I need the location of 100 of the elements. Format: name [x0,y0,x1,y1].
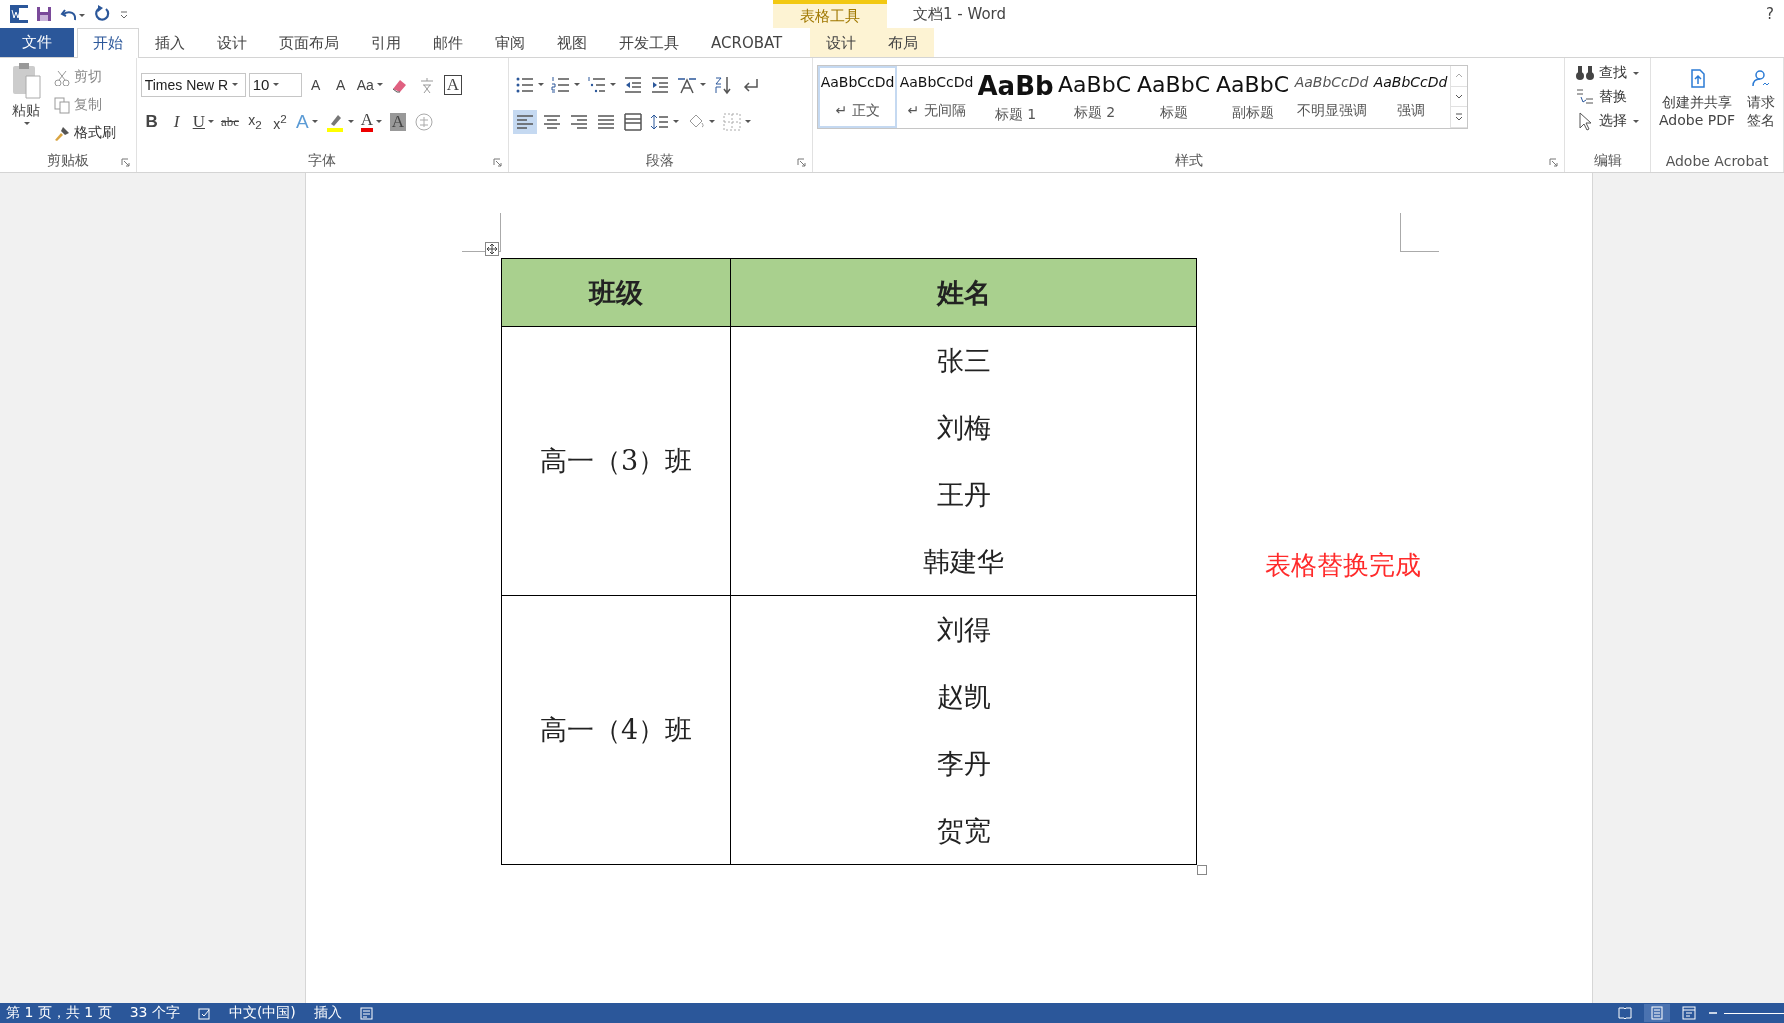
word-logo-icon[interactable] [10,5,28,23]
help-button[interactable]: ? [1766,5,1774,23]
decrease-indent-icon[interactable] [622,74,643,95]
font-color-button[interactable]: A [358,109,384,134]
find-button[interactable]: 查找 [1573,62,1642,84]
paintbrush-icon [54,124,70,142]
ribbon-tab[interactable]: 审阅 [479,28,541,57]
table-cell-text: 赵凯 [936,679,991,714]
font-name-field[interactable]: Times New R [140,72,246,97]
customize-toolbar-icon[interactable] [120,9,128,19]
multilevel-list-icon[interactable] [586,74,607,95]
page-layout-view-button[interactable] [1644,1004,1670,1022]
scissors-icon [54,68,70,86]
scroll-up-icon[interactable] [1455,71,1464,80]
ribbon-tab[interactable]: 邮件 [417,28,479,57]
table-cell-text: 王丹 [936,477,991,512]
group-label: 剪贴板 [46,152,89,170]
column-header: 姓名 [936,275,991,310]
table-cell-text: 刘得 [936,612,991,647]
proofing-icon[interactable] [197,1006,211,1020]
binoculars-icon [1575,63,1596,83]
style-option[interactable]: AaBbC 副标题 [1213,66,1293,128]
dialog-launcher-icon[interactable] [492,158,502,167]
redo-icon[interactable] [94,5,112,23]
style-option[interactable]: AaBbC 标题 [1134,66,1214,128]
more-styles-icon[interactable] [1455,113,1464,122]
ribbon-tab[interactable]: 引用 [355,28,417,57]
caret-icon [24,122,30,125]
web-layout-icon[interactable] [1682,1006,1696,1020]
table-cell-text: 刘梅 [936,410,991,445]
underline-button[interactable]: U [190,109,216,134]
save-icon[interactable] [36,6,52,22]
caret-icon [232,83,239,86]
ribbon-tab[interactable]: 设计 [201,28,263,57]
ribbon-tab[interactable]: 开发工具 [603,28,695,57]
strikethrough-button[interactable]: abc [218,109,241,134]
status-item[interactable]: 33 个字 [129,1004,180,1022]
format-painter-button[interactable]: 格式刷 [52,122,118,144]
crop-mark [1400,213,1439,252]
ribbon-tab[interactable]: 布局 [872,28,935,57]
superscript-button[interactable]: x$^{2}$ [269,109,291,134]
ribbon-tab[interactable]: 文件 [0,28,74,57]
style-option[interactable]: AaBbCcDd ↵ 无间隔 [897,66,977,128]
ribbon-tab[interactable]: 视图 [541,28,603,57]
move-handle-icon[interactable] [485,242,499,256]
style-option[interactable]: AaBb 标题 1 [976,66,1056,128]
group-label: 段落 [646,152,675,170]
column-header: 班级 [589,275,643,310]
status-item[interactable]: 插入 [313,1004,342,1022]
ribbon-tab[interactable]: 页面布局 [263,28,355,57]
bold-button[interactable]: B [140,109,163,134]
grow-font-button[interactable]: A [304,72,327,97]
copy-button[interactable]: 复制 [52,94,118,116]
group-label: 样式 [1174,152,1203,170]
style-option[interactable]: AaBbCcDd 强调 [1371,66,1451,128]
change-case-button[interactable]: Aa [354,72,385,97]
italic-button[interactable]: I [165,109,188,134]
ribbon-tab[interactable]: ACROBAT [695,28,799,57]
replace-button[interactable]: 替换 [1573,86,1642,108]
table-cell-text: 韩建华 [923,544,1004,579]
numbered-list-icon[interactable] [550,74,571,95]
create-pdf-button[interactable]: 创建并共享 Adobe PDF [1655,62,1739,150]
character-border-button[interactable]: A [441,72,465,97]
enclosed-character-icon[interactable] [414,111,434,132]
dialog-launcher-icon[interactable] [797,158,807,167]
ribbon-tab[interactable]: 插入 [139,28,201,57]
distributed-align-icon[interactable] [622,111,643,132]
subscript-button[interactable]: x$_{2}$ [244,109,266,134]
status-item[interactable]: 中文(中国) [228,1004,296,1022]
increase-indent-icon[interactable] [649,74,670,95]
dialog-launcher-icon[interactable] [120,158,130,167]
sort-icon[interactable] [712,74,733,95]
status-item[interactable]: 第 1 页，共 1 页 [6,1004,112,1022]
dialog-launcher-icon[interactable] [1549,158,1559,167]
select-button[interactable]: 选择 [1573,110,1642,132]
cut-button[interactable]: 剪切 [52,66,118,88]
shrink-font-button[interactable]: A [329,72,352,97]
group-label: 字体 [308,152,337,170]
clipboard-icon [10,62,42,100]
zoom-out-icon[interactable] [1708,1009,1718,1017]
page-layout-icon[interactable] [1650,1006,1664,1020]
style-option[interactable]: AaBbC 标题 2 [1055,66,1135,128]
scroll-down-icon[interactable] [1455,92,1464,101]
request-signature-button[interactable]: 请求 签名 [1743,62,1779,150]
style-option[interactable]: AaBbCcDd ↵ 正文 [818,66,898,128]
font-size-field[interactable]: 10 [248,72,302,97]
macro-record-icon[interactable] [359,1006,373,1020]
window-title: 文档1 - Word [913,4,1007,24]
table-cell-text: 张三 [936,343,991,378]
paste-button[interactable]: 粘贴 [4,62,48,150]
ribbon-tab[interactable]: 设计 [810,28,873,57]
contextual-tab-label: 表格工具 [773,0,887,28]
ribbon-tab[interactable]: 开始 [77,28,139,58]
table-cell-text: 贺宽 [936,813,991,848]
table-cell-text: 高一（4）班 [539,713,693,747]
book-icon[interactable] [1618,1006,1632,1020]
style-option[interactable]: AaBbCcDd 不明显强调 [1292,66,1372,128]
resize-handle[interactable] [1197,865,1207,875]
group-label: 编辑 [1593,152,1622,170]
copy-icon [54,96,70,114]
